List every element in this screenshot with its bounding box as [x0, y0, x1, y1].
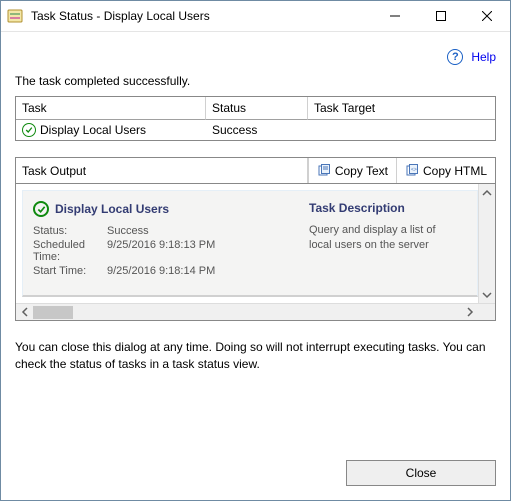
kv-sched-val: 9/25/2016 9:18:13 PM — [107, 239, 215, 263]
task-output-viewport: Display Local Users Status:Success Sched… — [15, 183, 496, 321]
vertical-scrollbar[interactable] — [478, 184, 495, 303]
scroll-up-icon[interactable] — [479, 184, 495, 201]
col-header-status[interactable]: Status — [206, 97, 308, 120]
col-header-target[interactable]: Task Target — [308, 97, 495, 120]
task-output-header: Task Output Copy Text <> Copy HTML — [15, 157, 496, 183]
close-window-button[interactable] — [464, 1, 510, 31]
vscroll-track[interactable] — [479, 201, 495, 286]
horizontal-scrollbar[interactable] — [16, 303, 495, 320]
output-desc-text: Query and display a list of local users … — [309, 223, 467, 253]
help-link[interactable]: Help — [471, 50, 496, 64]
task-status: Success — [206, 120, 308, 140]
copy-text-label: Copy Text — [335, 164, 388, 178]
task-row[interactable]: Display Local Users Success — [16, 120, 495, 140]
status-message: The task completed successfully. — [15, 74, 496, 88]
close-button[interactable]: Close — [346, 460, 496, 486]
scroll-right-icon[interactable] — [461, 304, 478, 320]
scroll-down-icon[interactable] — [479, 286, 495, 303]
scroll-left-icon[interactable] — [16, 304, 33, 320]
help-row: ? Help — [15, 46, 496, 68]
dialog-window: Task Status - Display Local Users ? Help… — [0, 0, 511, 501]
success-icon — [22, 123, 36, 137]
dialog-content: ? Help The task completed successfully. … — [1, 32, 510, 500]
task-grid: Task Status Task Target Display Local Us… — [15, 96, 496, 141]
task-grid-header: Task Status Task Target — [16, 97, 495, 120]
copy-html-icon: <> — [405, 164, 419, 178]
task-name: Display Local Users — [40, 123, 146, 137]
scroll-corner — [478, 304, 495, 320]
kv-sched-key: Scheduled Time: — [33, 239, 107, 263]
col-header-task[interactable]: Task — [16, 97, 206, 120]
task-output-panel: Display Local Users Status:Success Sched… — [22, 190, 478, 297]
dialog-button-row: Close — [15, 446, 496, 486]
closing-notice: You can close this dialog at any time. D… — [15, 339, 496, 373]
copy-html-label: Copy HTML — [423, 164, 487, 178]
app-icon — [7, 8, 23, 24]
svg-text:<>: <> — [411, 167, 417, 173]
kv-status-val: Success — [107, 225, 149, 237]
kv-start-val: 9/25/2016 9:18:14 PM — [107, 265, 215, 277]
task-output-section: Task Output Copy Text <> Copy HTML — [15, 157, 496, 321]
help-icon[interactable]: ? — [447, 49, 463, 65]
window-title: Task Status - Display Local Users — [29, 9, 372, 23]
copy-text-icon — [317, 164, 331, 178]
output-task-title-row: Display Local Users — [33, 201, 309, 217]
minimize-button[interactable] — [372, 1, 418, 31]
copy-html-button[interactable]: <> Copy HTML — [396, 158, 495, 183]
hscroll-thumb[interactable] — [33, 306, 73, 319]
task-target — [308, 120, 495, 140]
task-output-label: Task Output — [16, 158, 308, 183]
hscroll-track[interactable] — [33, 304, 461, 320]
output-desc-header: Task Description — [309, 201, 467, 215]
maximize-button[interactable] — [418, 1, 464, 31]
kv-status-key: Status: — [33, 225, 107, 237]
window-controls — [372, 1, 510, 31]
success-icon — [33, 201, 49, 217]
copy-text-button[interactable]: Copy Text — [308, 158, 396, 183]
output-task-title: Display Local Users — [55, 202, 169, 216]
titlebar: Task Status - Display Local Users — [1, 1, 510, 32]
kv-start-key: Start Time: — [33, 265, 107, 277]
